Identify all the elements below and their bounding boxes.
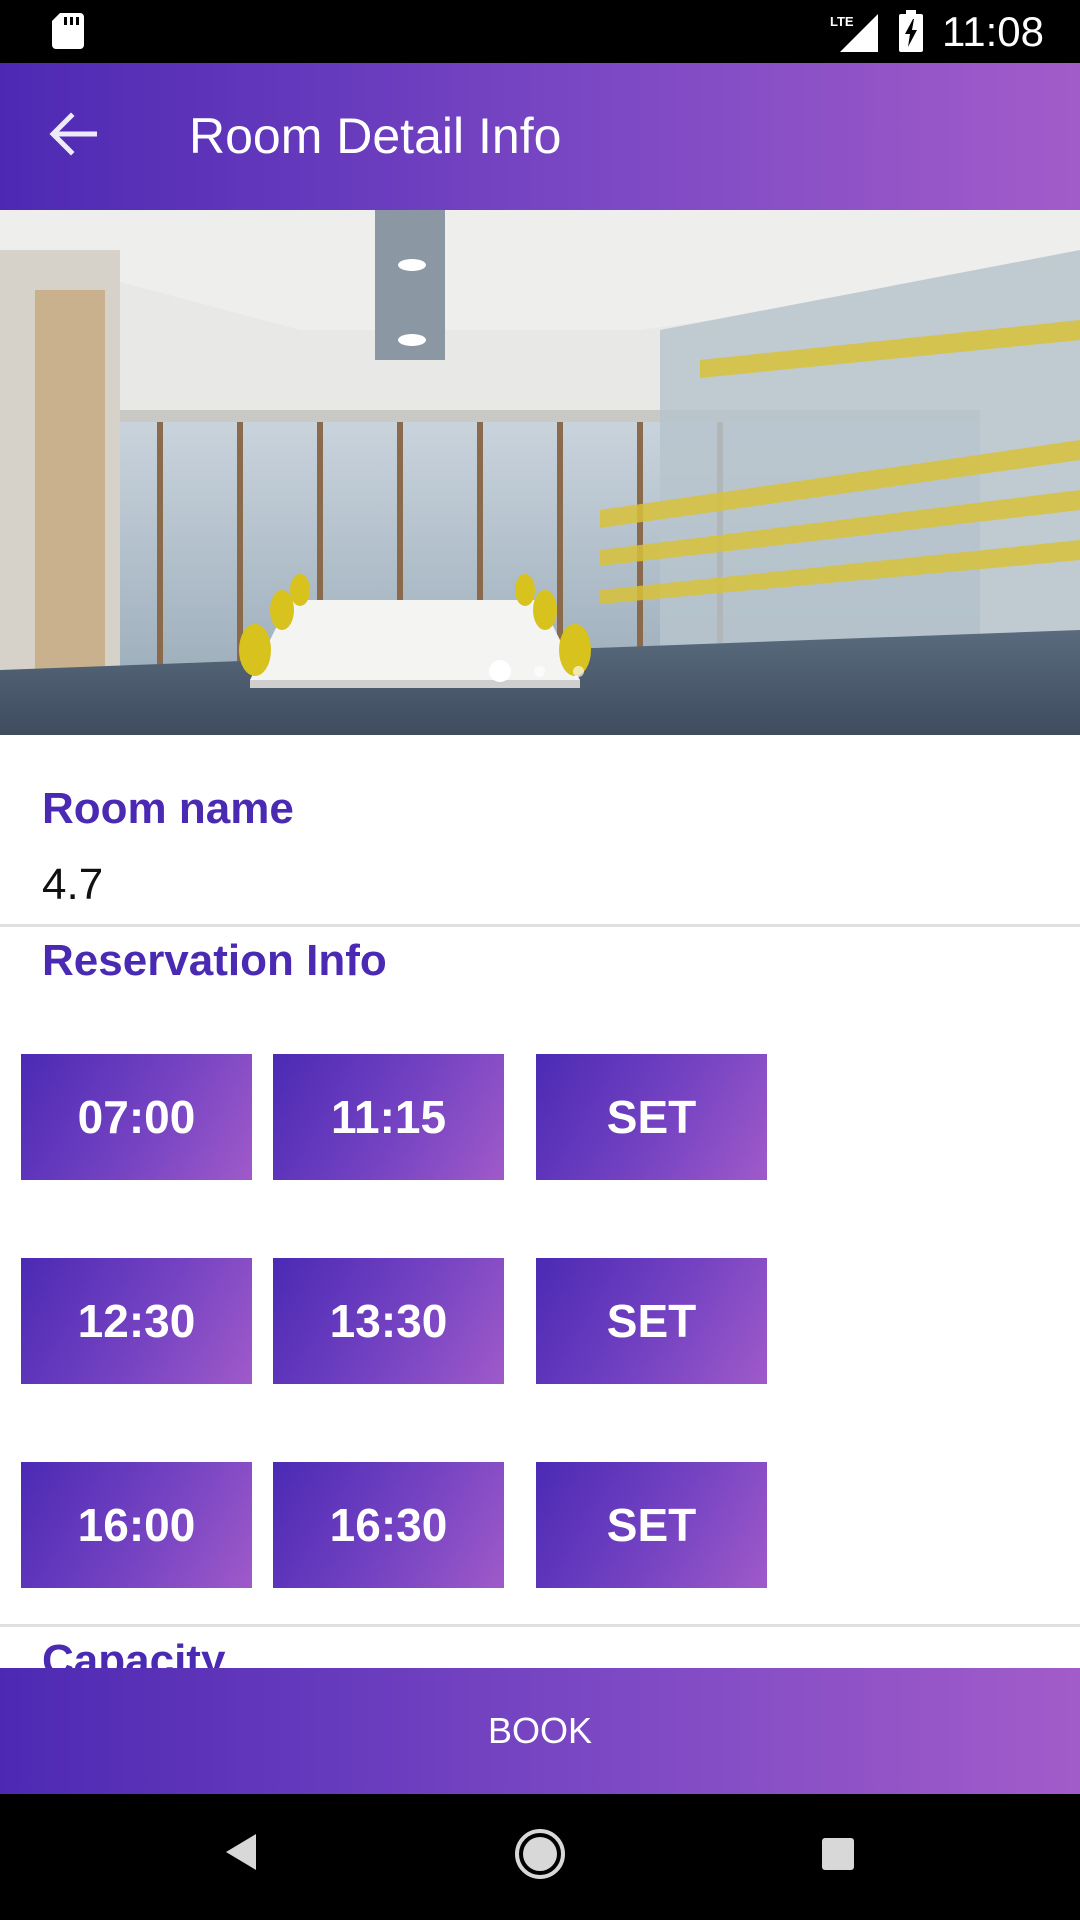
room-photo	[0, 210, 1080, 735]
start-time-button-2[interactable]: 12:30	[21, 1258, 252, 1384]
arrow-back-icon	[49, 111, 98, 161]
divider	[0, 1624, 1080, 1627]
room-image-carousel[interactable]	[0, 210, 1080, 735]
carousel-dot-3[interactable]	[573, 666, 584, 677]
carousel-dot-1[interactable]	[489, 660, 511, 682]
reservation-info-label: Reservation Info	[42, 936, 387, 985]
book-button[interactable]: BOOK	[0, 1668, 1080, 1794]
sd-card-icon	[52, 13, 84, 54]
end-time-button-1[interactable]: 11:15	[273, 1054, 504, 1180]
lte-signal-icon: LTE	[830, 12, 878, 57]
end-time-button-3[interactable]: 16:30	[273, 1462, 504, 1588]
page-title: Room Detail Info	[189, 108, 562, 164]
start-time-button-1[interactable]: 07:00	[21, 1054, 252, 1180]
room-name-value: 4.7	[42, 860, 104, 909]
battery-charging-icon	[898, 10, 924, 57]
divider	[0, 924, 1080, 927]
status-time: 11:08	[942, 8, 1044, 55]
nav-back-icon[interactable]	[220, 1830, 260, 1879]
back-button[interactable]	[40, 103, 106, 169]
status-bar: LTE 11:08	[0, 0, 1080, 63]
nav-recent-icon[interactable]	[820, 1836, 856, 1877]
room-name-label: Room name	[42, 784, 294, 833]
set-button-3[interactable]: SET	[536, 1462, 767, 1588]
nav-home-icon[interactable]	[512, 1826, 568, 1887]
start-time-button-3[interactable]: 16:00	[21, 1462, 252, 1588]
end-time-button-2[interactable]: 13:30	[273, 1258, 504, 1384]
set-button-2[interactable]: SET	[536, 1258, 767, 1384]
carousel-dot-2[interactable]	[534, 666, 545, 677]
network-label: LTE	[830, 14, 854, 29]
system-nav-bar	[0, 1794, 1080, 1920]
app-bar: Room Detail Info	[0, 63, 1080, 210]
set-button-1[interactable]: SET	[536, 1054, 767, 1180]
